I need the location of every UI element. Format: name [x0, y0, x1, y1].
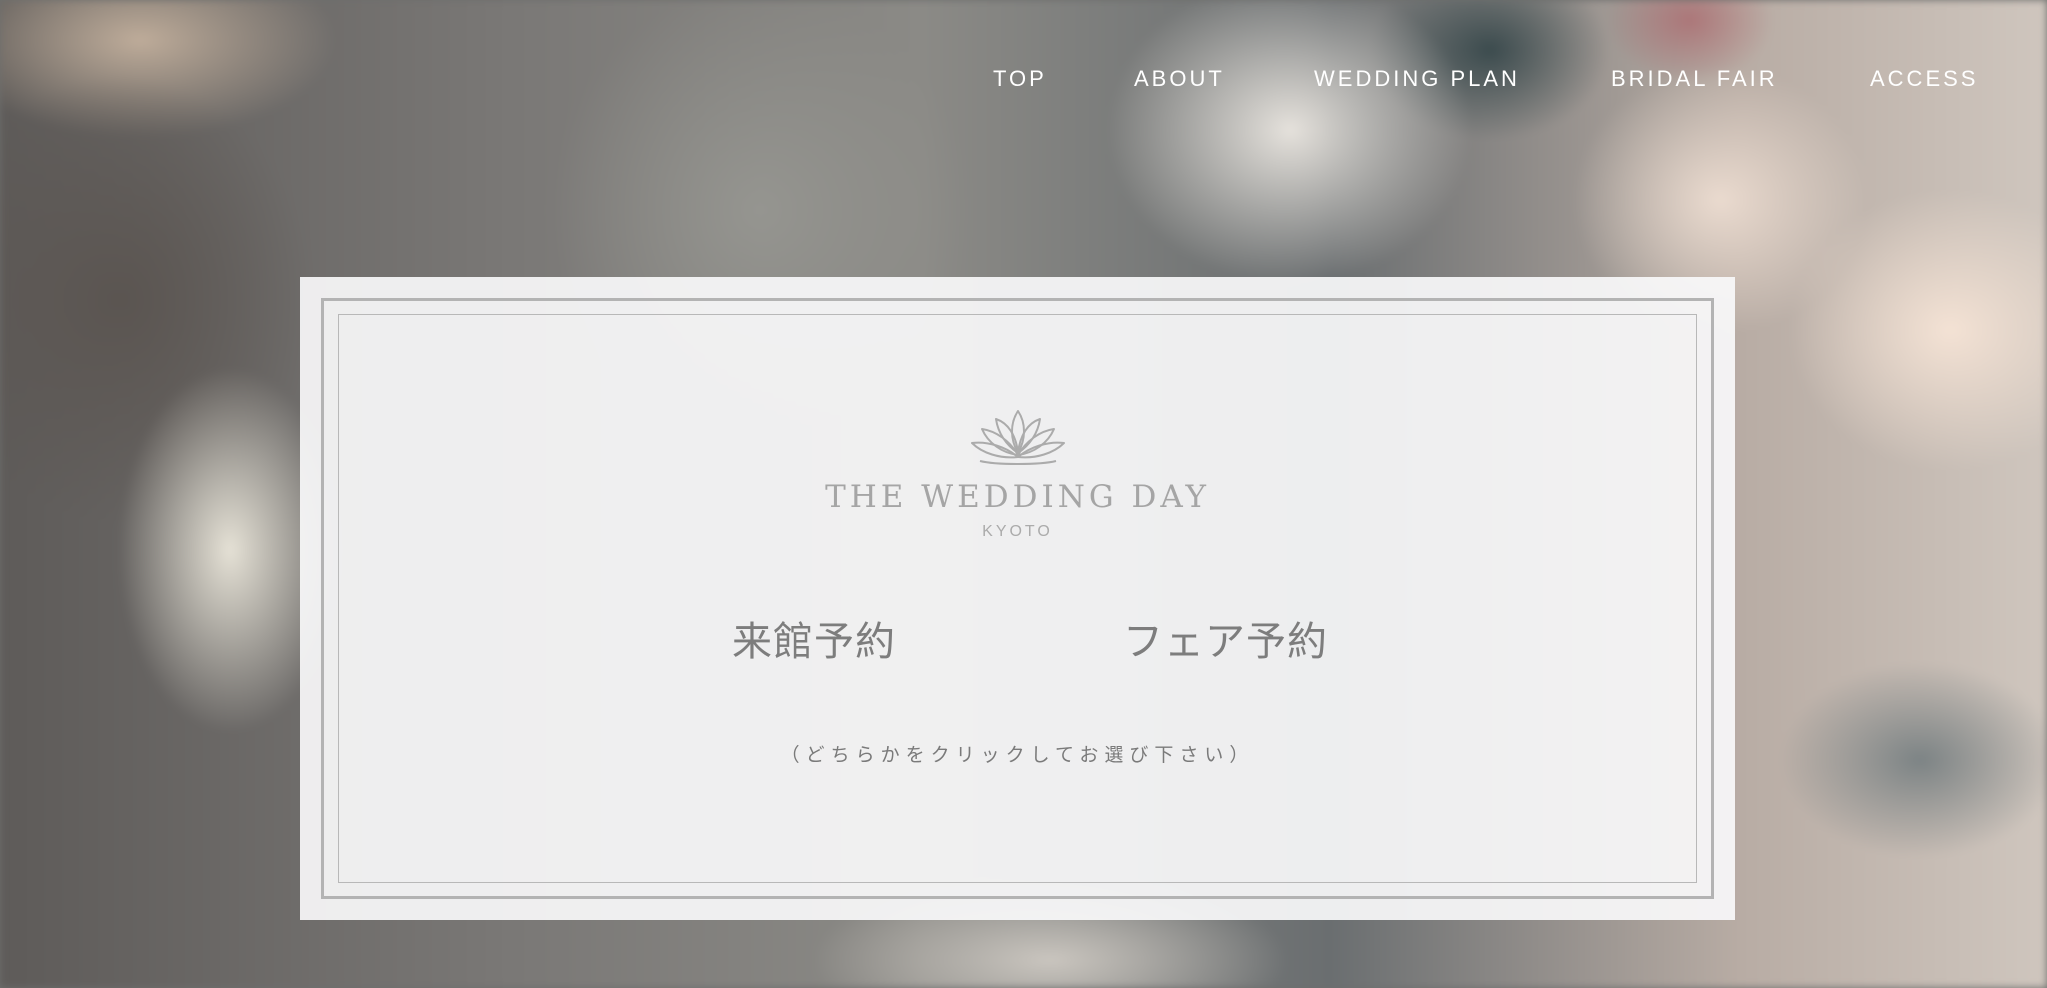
modal-inner-border [338, 314, 1697, 883]
top-navigation: TOP ABOUT WEDDING PLAN BRIDAL FAIR ACCES… [0, 66, 2047, 96]
page: TOP ABOUT WEDDING PLAN BRIDAL FAIR ACCES… [0, 0, 2047, 988]
selection-instruction: （どちらかをクリックしてお選び下さい） [780, 745, 1255, 766]
modal-outer-border [321, 298, 1714, 899]
nav-access[interactable]: ACCESS [1870, 66, 1978, 92]
brand-logo: THE WEDDING DAY KYOTO [300, 407, 1735, 541]
nav-bridal-fair[interactable]: BRIDAL FAIR [1611, 66, 1778, 92]
nav-about[interactable]: ABOUT [1134, 66, 1225, 92]
nav-top[interactable]: TOP [993, 66, 1047, 92]
fair-reservation-button[interactable]: フェア予約 [1123, 609, 1328, 667]
reservation-modal: THE WEDDING DAY KYOTO 来館予約 フェア予約 （どちらかをク… [300, 277, 1735, 920]
brand-subtitle: KYOTO [982, 523, 1053, 540]
nav-wedding-plan[interactable]: WEDDING PLAN [1314, 66, 1520, 92]
visit-reservation-button[interactable]: 来館予約 [732, 609, 896, 667]
lotus-icon [970, 410, 1065, 465]
brand-title: THE WEDDING DAY [825, 479, 1210, 515]
